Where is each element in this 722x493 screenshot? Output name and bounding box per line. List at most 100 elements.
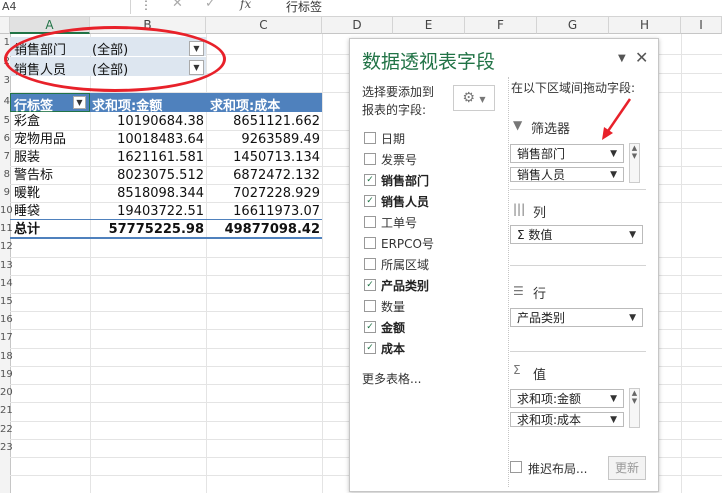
row-header[interactable]: 16 (0, 314, 13, 325)
sigma-icon: Σ (513, 363, 521, 377)
field-checkbox-erpco[interactable] (364, 237, 376, 249)
select-all-corner[interactable] (0, 17, 10, 34)
name-box[interactable]: A4 (0, 0, 131, 14)
row-header[interactable]: 19 (0, 369, 13, 380)
row-labels-filter-dropdown-icon[interactable]: ▼ (73, 96, 86, 109)
annotation-arrow-head (602, 127, 613, 140)
row-header[interactable]: 13 (0, 260, 13, 271)
row-header[interactable]: 7 (0, 151, 10, 162)
row-header[interactable]: 3 (0, 75, 10, 86)
row-header[interactable]: 18 (0, 351, 13, 362)
filters-area-item-department[interactable]: 销售部门 ▼ (510, 144, 624, 163)
chevron-down-icon[interactable]: ▼ (629, 226, 636, 245)
row-header[interactable]: 10 (0, 205, 13, 216)
annotation-arrow (602, 98, 632, 140)
columns-area-title: 列 (533, 206, 547, 221)
formula-input[interactable]: 行标签 (286, 0, 322, 15)
chevron-down-icon[interactable]: ▼ (610, 390, 617, 409)
filters-item-label: 销售人员 (517, 168, 566, 182)
pivot-cell-cost: 6872472.132 (233, 168, 320, 183)
field-checkbox-salesperson[interactable]: ✓ (364, 195, 376, 207)
field-label-salesperson[interactable]: 销售人员 (381, 193, 429, 210)
pivot-row-label: 宠物用品 (14, 132, 67, 147)
field-label-work-order[interactable]: 工单号 (381, 214, 417, 231)
field-label-cost[interactable]: 成本 (381, 340, 405, 357)
pane-options-chevron-icon[interactable]: ▼ (618, 53, 626, 64)
field-checkbox-amount[interactable]: ✓ (364, 321, 376, 333)
row-header[interactable]: 14 (0, 278, 13, 289)
area-separator (510, 265, 646, 266)
column-header-g[interactable]: G (537, 17, 609, 34)
row-header[interactable]: 8 (0, 169, 10, 180)
values-scrollbar[interactable]: ▲ ▼ (629, 388, 640, 428)
filter-icon: ▼ (513, 118, 523, 132)
pivot-cell-amount: 10190684.38 (117, 114, 204, 129)
field-label-category[interactable]: 产品类别 (381, 277, 429, 294)
rows-area-title: 行 (533, 287, 547, 302)
column-header-c[interactable]: C (206, 17, 322, 34)
rows-area-item-category[interactable]: 产品类别 ▼ (510, 308, 643, 327)
pivot-row-label: 彩盒 (14, 114, 41, 129)
field-label-region[interactable]: 所属区域 (381, 256, 429, 273)
choose-fields-label: 选择要添加到 (362, 85, 435, 99)
annotation-ellipse (4, 26, 226, 92)
column-header-h[interactable]: H (609, 17, 681, 34)
enter-icon[interactable]: ✓ (205, 0, 216, 11)
row-header[interactable]: 12 (0, 241, 13, 252)
close-icon[interactable]: ✕ (635, 48, 648, 67)
column-header-i[interactable]: I (681, 17, 722, 34)
field-label-amount[interactable]: 金额 (381, 319, 405, 336)
row-header[interactable]: 22 (0, 424, 13, 435)
field-checkbox-quantity[interactable] (364, 300, 376, 312)
pane-divider (508, 77, 509, 487)
row-header[interactable]: 6 (0, 133, 10, 144)
field-label-erpco[interactable]: ERPCO号 (381, 235, 434, 252)
column-header-f[interactable]: F (465, 17, 537, 34)
cancel-icon[interactable]: ✕ (172, 0, 183, 11)
filters-area-title: 筛选器 (531, 122, 571, 137)
filters-scrollbar[interactable]: ▲ ▼ (629, 143, 640, 183)
row-header[interactable]: 17 (0, 332, 13, 343)
column-header-e[interactable]: E (393, 17, 465, 34)
field-label-invoice[interactable]: 发票号 (381, 151, 417, 168)
chevron-down-icon[interactable]: ▼ (629, 309, 636, 328)
row-header[interactable]: 21 (0, 405, 13, 416)
field-label-date[interactable]: 日期 (381, 130, 405, 147)
insert-function-icon[interactable]: fx (240, 0, 251, 11)
defer-layout-label: 推迟布局... (528, 462, 588, 476)
chevron-down-icon[interactable]: ▼ (610, 145, 617, 164)
pivot-cell-amount: 8518098.344 (117, 186, 204, 201)
row-header[interactable]: 15 (0, 296, 13, 307)
columns-area-item-values[interactable]: Σ 数值 ▼ (510, 225, 643, 244)
row-header[interactable]: 23 (0, 442, 13, 453)
more-tables-link[interactable]: 更多表格... (362, 370, 421, 387)
rows-icon: ☰ (513, 284, 524, 298)
values-item-label: 求和项:成本 (517, 413, 582, 427)
update-button[interactable]: 更新 (608, 456, 646, 480)
field-checkbox-category[interactable]: ✓ (364, 279, 376, 291)
field-checkbox-cost[interactable]: ✓ (364, 342, 376, 354)
row-header[interactable]: 9 (0, 187, 10, 198)
field-checkbox-date[interactable] (364, 132, 376, 144)
defer-layout-checkbox[interactable] (510, 461, 522, 473)
formula-bar-more-icon[interactable]: ⋮ (140, 0, 152, 12)
field-label-quantity[interactable]: 数量 (381, 298, 405, 315)
values-area-item-cost[interactable]: 求和项:成本 ▼ (510, 412, 624, 427)
field-checkbox-invoice[interactable] (364, 153, 376, 165)
row-header[interactable]: 11 (0, 223, 13, 234)
field-checkbox-work-order[interactable] (364, 216, 376, 228)
row-header[interactable]: 4 (0, 96, 10, 107)
field-label-department[interactable]: 销售部门 (381, 172, 429, 189)
field-checkbox-region[interactable] (364, 258, 376, 270)
row-header[interactable]: 20 (0, 387, 13, 398)
row-header[interactable]: 1 (0, 37, 10, 48)
field-checkbox-department[interactable]: ✓ (364, 174, 376, 186)
row-header[interactable]: 5 (0, 115, 10, 126)
values-area-item-amount[interactable]: 求和项:金额 ▼ (510, 389, 624, 408)
pivot-row-label: 服装 (14, 150, 41, 165)
chevron-down-icon[interactable]: ▼ (610, 168, 617, 181)
gear-icon[interactable]: ⚙ ▼ (453, 85, 495, 111)
column-header-d[interactable]: D (322, 17, 393, 34)
chevron-down-icon[interactable]: ▼ (610, 413, 617, 426)
filters-area-item-salesperson[interactable]: 销售人员 ▼ (510, 167, 624, 182)
